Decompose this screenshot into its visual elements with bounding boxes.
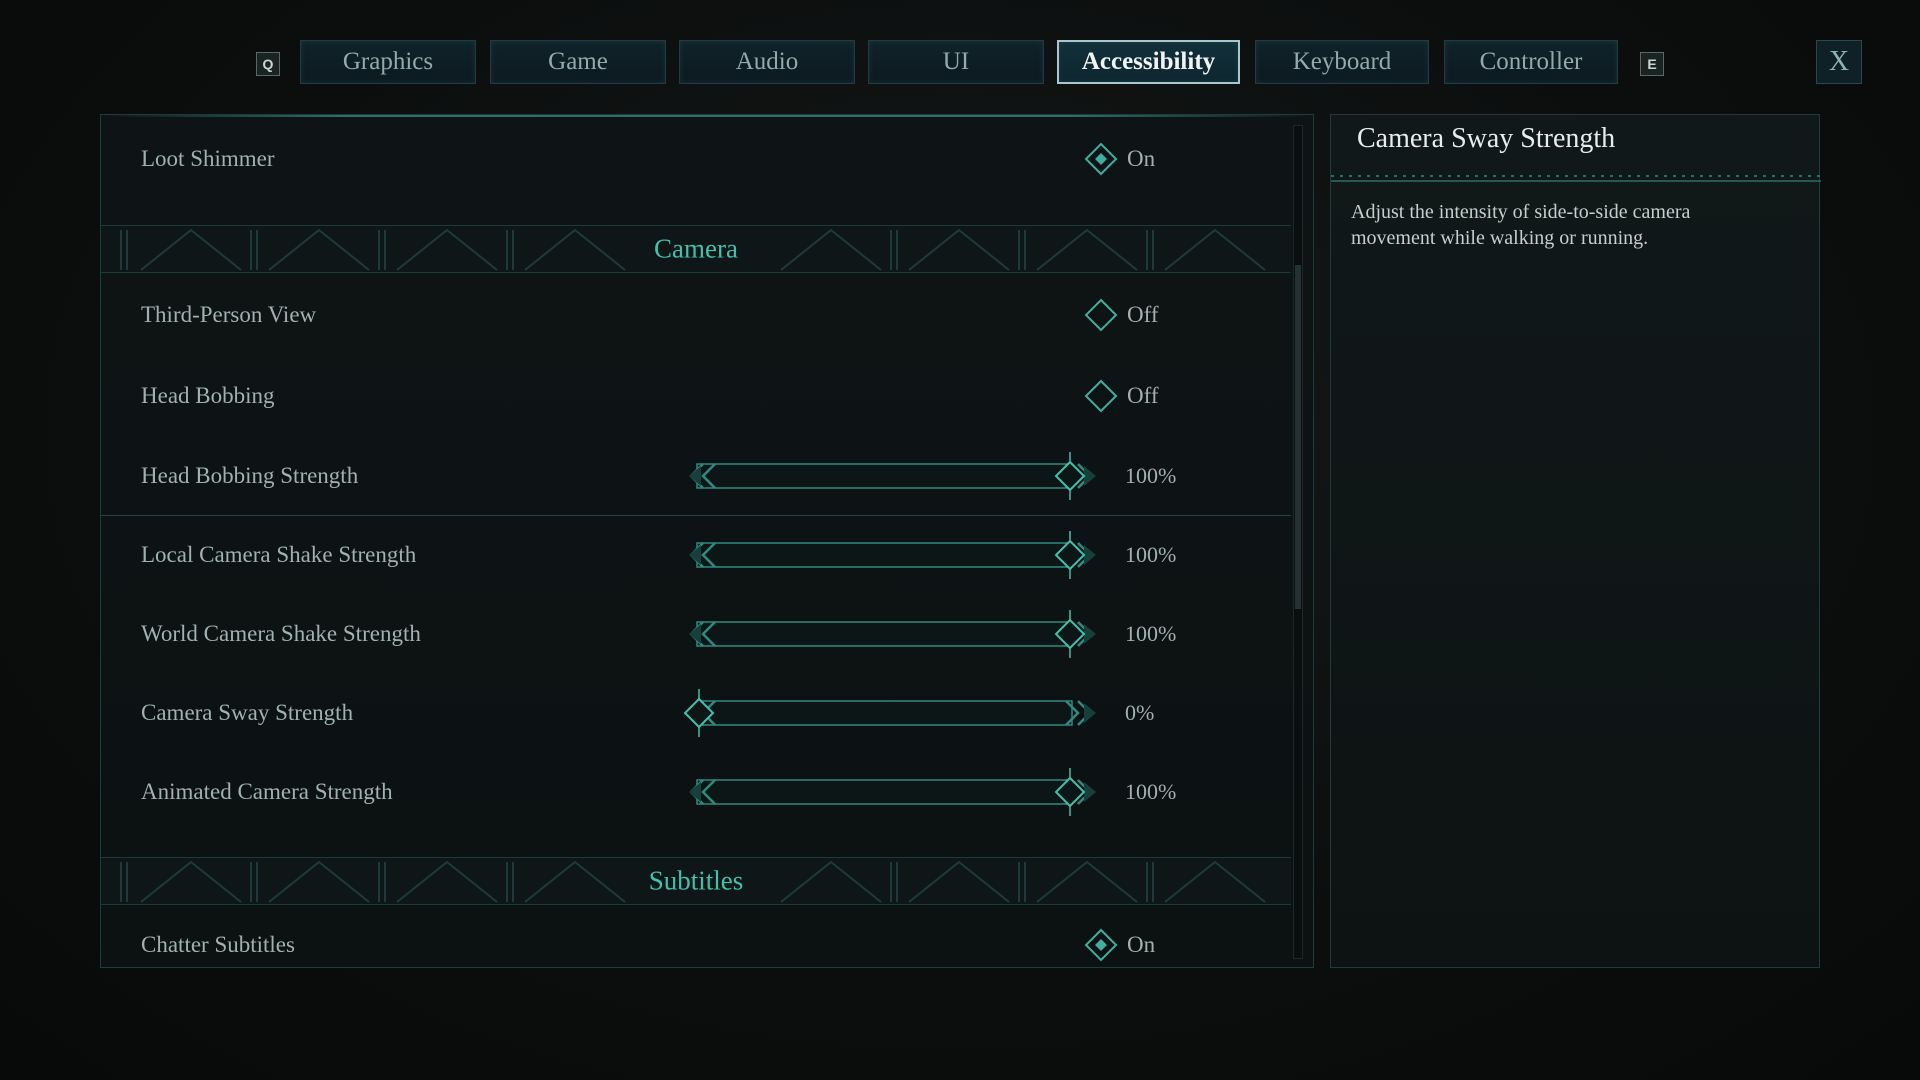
third-person-toggle[interactable]: Off bbox=[1083, 297, 1159, 333]
section-title: Subtitles bbox=[648, 865, 744, 896]
slider-right-cap bbox=[1084, 624, 1096, 644]
setting-label: Animated Camera Strength bbox=[141, 779, 393, 804]
tab-controller[interactable]: Controller bbox=[1444, 40, 1618, 84]
scrollbar-thumb[interactable] bbox=[1295, 265, 1301, 609]
diamond-toggle-on-icon bbox=[1084, 142, 1118, 176]
slider-left-cap bbox=[689, 782, 701, 802]
slider-left-cap bbox=[689, 545, 701, 565]
setting-row-loot-shimmer[interactable]: Loot Shimmer On bbox=[101, 129, 1291, 189]
tab-audio[interactable]: Audio bbox=[679, 40, 855, 84]
next-tab-key-hint: E bbox=[1640, 52, 1664, 76]
slider-value: 0% bbox=[1125, 700, 1155, 725]
setting-row-chatter-subtitles[interactable]: Chatter Subtitles On bbox=[101, 915, 1291, 967]
slider-graphic bbox=[689, 768, 1096, 816]
setting-row-camera-sway[interactable]: Camera Sway Strength 0% bbox=[101, 683, 1291, 743]
diamond-toggle-on-icon bbox=[1084, 928, 1118, 962]
slider-track bbox=[696, 542, 1073, 568]
setting-label: Camera Sway Strength bbox=[141, 700, 354, 725]
slider-value: 100% bbox=[1125, 463, 1177, 488]
slider-graphic bbox=[689, 531, 1096, 579]
slider-left-cap bbox=[689, 466, 701, 486]
toggle-value: On bbox=[1127, 146, 1156, 171]
setting-row-head-bobbing[interactable]: Head Bobbing Off bbox=[101, 366, 1291, 426]
slider-track bbox=[696, 621, 1073, 647]
previous-tab-key-hint: Q bbox=[256, 52, 280, 76]
toggle-value: Off bbox=[1127, 383, 1159, 408]
loot-shimmer-toggle[interactable]: On bbox=[1083, 141, 1155, 177]
settings-list-panel: Loot Shimmer On Camera Third-Person View… bbox=[100, 114, 1314, 968]
animated-camera-slider[interactable] bbox=[657, 767, 1117, 817]
setting-label: World Camera Shake Strength bbox=[141, 621, 421, 646]
local-camera-shake-slider[interactable] bbox=[657, 530, 1117, 580]
slider-value: 100% bbox=[1125, 779, 1177, 804]
description-title: Camera Sway Strength bbox=[1357, 123, 1616, 154]
close-button[interactable]: X bbox=[1816, 40, 1862, 84]
setting-label: Local Camera Shake Strength bbox=[141, 542, 417, 567]
tab-graphics[interactable]: Graphics bbox=[300, 40, 476, 84]
slider-value: 100% bbox=[1125, 621, 1177, 646]
head-bobbing-toggle[interactable]: Off bbox=[1083, 378, 1159, 414]
description-text: Adjust the intensity of side-to-side cam… bbox=[1351, 201, 1691, 249]
tab-ui[interactable]: UI bbox=[868, 40, 1044, 84]
row-divider bbox=[101, 515, 1291, 516]
tab-keyboard[interactable]: Keyboard bbox=[1255, 40, 1429, 84]
slider-right-cap bbox=[1084, 782, 1096, 802]
setting-label: Third-Person View bbox=[141, 302, 317, 327]
slider-track bbox=[696, 463, 1073, 489]
slider-left-cap bbox=[689, 624, 701, 644]
settings-tab-bar: Q Graphics Game Audio UI Accessibility K… bbox=[0, 40, 1920, 86]
setting-label: Head Bobbing Strength bbox=[141, 463, 359, 488]
diamond-toggle-off-icon bbox=[1084, 379, 1118, 413]
setting-label: Head Bobbing bbox=[141, 383, 275, 408]
section-header-subtitles: Subtitles bbox=[101, 857, 1291, 905]
setting-row-world-camera-shake[interactable]: World Camera Shake Strength 100% bbox=[101, 604, 1291, 664]
slider-track bbox=[696, 700, 1073, 726]
camera-sway-slider[interactable] bbox=[657, 688, 1117, 738]
chatter-subtitles-toggle[interactable]: On bbox=[1083, 927, 1155, 963]
diamond-toggle-off-icon bbox=[1084, 298, 1118, 332]
description-divider bbox=[1331, 175, 1821, 182]
description-panel: Camera Sway Strength Adjust the intensit… bbox=[1330, 114, 1821, 968]
slider-right-cap bbox=[1084, 466, 1096, 486]
slider-track bbox=[696, 779, 1073, 805]
toggle-value: On bbox=[1127, 932, 1156, 957]
tab-accessibility[interactable]: Accessibility bbox=[1057, 40, 1240, 84]
head-bobbing-strength-slider[interactable] bbox=[657, 451, 1117, 501]
setting-row-third-person-view[interactable]: Third-Person View Off bbox=[101, 285, 1291, 345]
world-camera-shake-slider[interactable] bbox=[657, 609, 1117, 659]
setting-row-head-bobbing-strength[interactable]: Head Bobbing Strength 100% bbox=[101, 446, 1291, 506]
setting-label: Chatter Subtitles bbox=[141, 932, 295, 957]
section-title: Camera bbox=[654, 233, 738, 264]
slider-right-cap bbox=[1084, 703, 1096, 723]
slider-graphic bbox=[689, 610, 1096, 658]
slider-graphic bbox=[683, 689, 1096, 737]
setting-row-local-camera-shake[interactable]: Local Camera Shake Strength 100% bbox=[101, 525, 1291, 585]
toggle-value: Off bbox=[1127, 302, 1159, 327]
setting-row-animated-camera[interactable]: Animated Camera Strength 100% bbox=[101, 762, 1291, 822]
slider-graphic bbox=[689, 452, 1096, 500]
setting-label: Loot Shimmer bbox=[141, 146, 275, 171]
slider-value: 100% bbox=[1125, 542, 1177, 567]
slider-right-cap bbox=[1084, 545, 1096, 565]
section-header-camera: Camera bbox=[101, 225, 1291, 273]
tab-game[interactable]: Game bbox=[490, 40, 666, 84]
